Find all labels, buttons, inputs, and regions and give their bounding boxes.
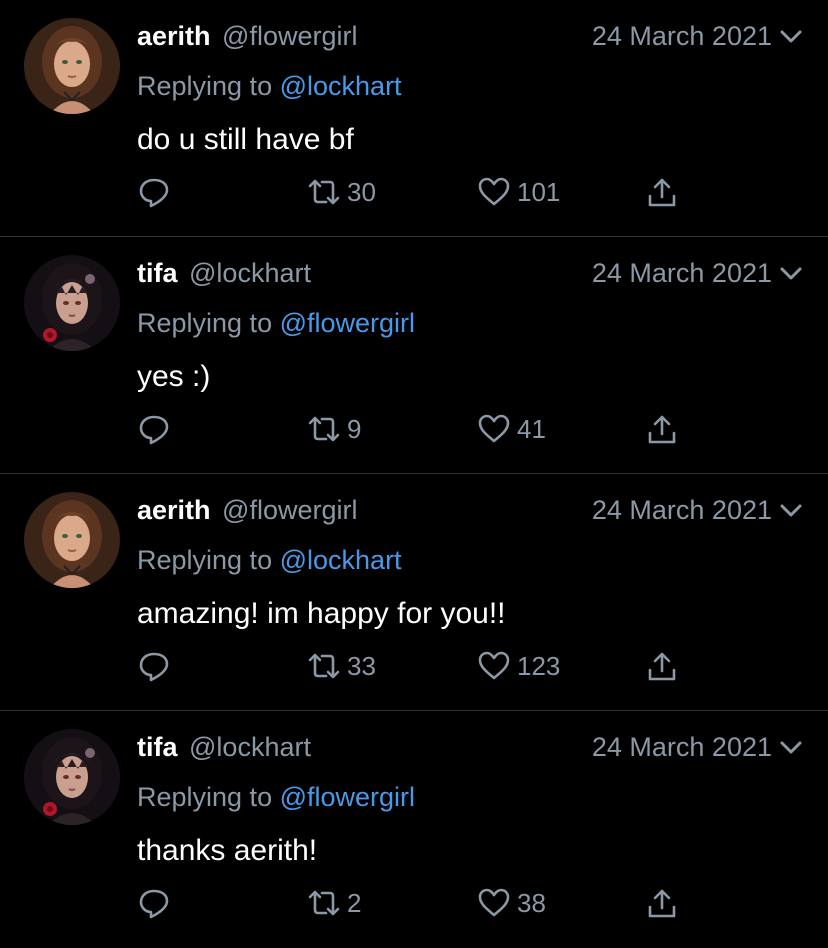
tweet-header: tifa @lockhart 24 March 2021 (137, 255, 804, 291)
replying-to: Replying to @flowergirl (137, 305, 415, 341)
like-button[interactable]: 38 (477, 881, 546, 925)
action-bar: 30 101 (137, 170, 697, 214)
like-button[interactable]: 123 (477, 644, 560, 688)
retweet-icon (308, 416, 340, 442)
tweet[interactable]: aerith @flowergirl 24 March 2021 Replyin… (0, 0, 828, 237)
chevron-down-icon[interactable] (778, 498, 804, 524)
replying-to: Replying to @lockhart (137, 68, 402, 104)
display-name[interactable]: tifa (137, 732, 178, 762)
retweet-count: 33 (347, 650, 376, 681)
heart-icon (478, 888, 510, 917)
share-icon (648, 652, 676, 681)
heart-icon (478, 414, 510, 443)
like-count: 123 (517, 650, 561, 681)
display-name[interactable]: tifa (137, 258, 178, 288)
tweet-date: 24 March 2021 (591, 732, 772, 762)
chevron-down-icon[interactable] (778, 735, 804, 761)
retweet-icon (308, 653, 340, 679)
avatar-aerith[interactable] (24, 18, 120, 114)
share-button[interactable] (645, 407, 679, 451)
like-button[interactable]: 101 (477, 170, 560, 214)
tweet-text: thanks aerith! (137, 834, 318, 867)
tweet-header: tifa @lockhart 24 March 2021 (137, 729, 804, 765)
share-icon (648, 178, 676, 207)
reply-icon (139, 415, 169, 445)
reply-button[interactable] (137, 170, 171, 214)
mention-link[interactable]: @lockhart (280, 71, 402, 101)
user-handle[interactable]: @flowergirl (222, 495, 357, 525)
tweet-text: do u still have bf (137, 123, 354, 156)
tweet[interactable]: tifa @lockhart 24 March 2021 Replying to… (0, 237, 828, 474)
tweet-date: 24 March 2021 (591, 21, 772, 51)
mention-link[interactable]: @flowergirl (280, 782, 415, 812)
retweet-button[interactable]: 9 (307, 407, 361, 451)
chevron-down-icon[interactable] (778, 261, 804, 287)
retweet-button[interactable]: 33 (307, 644, 376, 688)
action-bar: 2 38 (137, 881, 697, 925)
reply-icon (139, 889, 169, 919)
display-name[interactable]: aerith (137, 495, 211, 525)
reply-icon (139, 652, 169, 682)
tweet-text: yes :) (137, 360, 211, 393)
retweet-count: 2 (347, 887, 362, 918)
action-bar: 9 41 (137, 407, 697, 451)
replying-to: Replying to @flowergirl (137, 779, 415, 815)
replying-label: Replying to (137, 782, 273, 812)
replying-label: Replying to (137, 71, 273, 101)
like-button[interactable]: 41 (477, 407, 546, 451)
share-icon (648, 889, 676, 918)
mention-link[interactable]: @flowergirl (280, 308, 415, 338)
replying-to: Replying to @lockhart (137, 542, 402, 578)
user-handle[interactable]: @flowergirl (222, 21, 357, 51)
retweet-count: 30 (347, 176, 376, 207)
reply-button[interactable] (137, 644, 171, 688)
heart-icon (478, 177, 510, 206)
mention-link[interactable]: @lockhart (280, 545, 402, 575)
retweet-icon (308, 890, 340, 916)
retweet-count: 9 (347, 413, 362, 444)
tweet[interactable]: aerith @flowergirl 24 March 2021 Replyin… (0, 474, 828, 711)
retweet-button[interactable]: 30 (307, 170, 376, 214)
tweet-header: aerith @flowergirl 24 March 2021 (137, 18, 804, 54)
tweet-date: 24 March 2021 (591, 258, 772, 288)
tweet-date: 24 March 2021 (591, 495, 772, 525)
share-icon (648, 415, 676, 444)
retweet-icon (308, 179, 340, 205)
display-name[interactable]: aerith (137, 21, 211, 51)
retweet-button[interactable]: 2 (307, 881, 361, 925)
tweet-text: amazing! im happy for you!! (137, 597, 506, 630)
like-count: 38 (517, 887, 546, 918)
like-count: 41 (517, 413, 546, 444)
replying-label: Replying to (137, 545, 273, 575)
reply-button[interactable] (137, 881, 171, 925)
tweet[interactable]: tifa @lockhart 24 March 2021 Replying to… (0, 711, 828, 948)
action-bar: 33 123 (137, 644, 697, 688)
reply-thread: aerith @flowergirl 24 March 2021 Replyin… (0, 0, 828, 933)
share-button[interactable] (645, 170, 679, 214)
avatar-tifa[interactable] (24, 255, 120, 351)
share-button[interactable] (645, 881, 679, 925)
reply-icon (139, 178, 169, 208)
avatar-tifa[interactable] (24, 729, 120, 825)
share-button[interactable] (645, 644, 679, 688)
avatar-aerith[interactable] (24, 492, 120, 588)
reply-button[interactable] (137, 407, 171, 451)
chevron-down-icon[interactable] (778, 24, 804, 50)
user-handle[interactable]: @lockhart (189, 258, 311, 288)
tweet-header: aerith @flowergirl 24 March 2021 (137, 492, 804, 528)
user-handle[interactable]: @lockhart (189, 732, 311, 762)
heart-icon (478, 651, 510, 680)
replying-label: Replying to (137, 308, 273, 338)
like-count: 101 (517, 176, 561, 207)
